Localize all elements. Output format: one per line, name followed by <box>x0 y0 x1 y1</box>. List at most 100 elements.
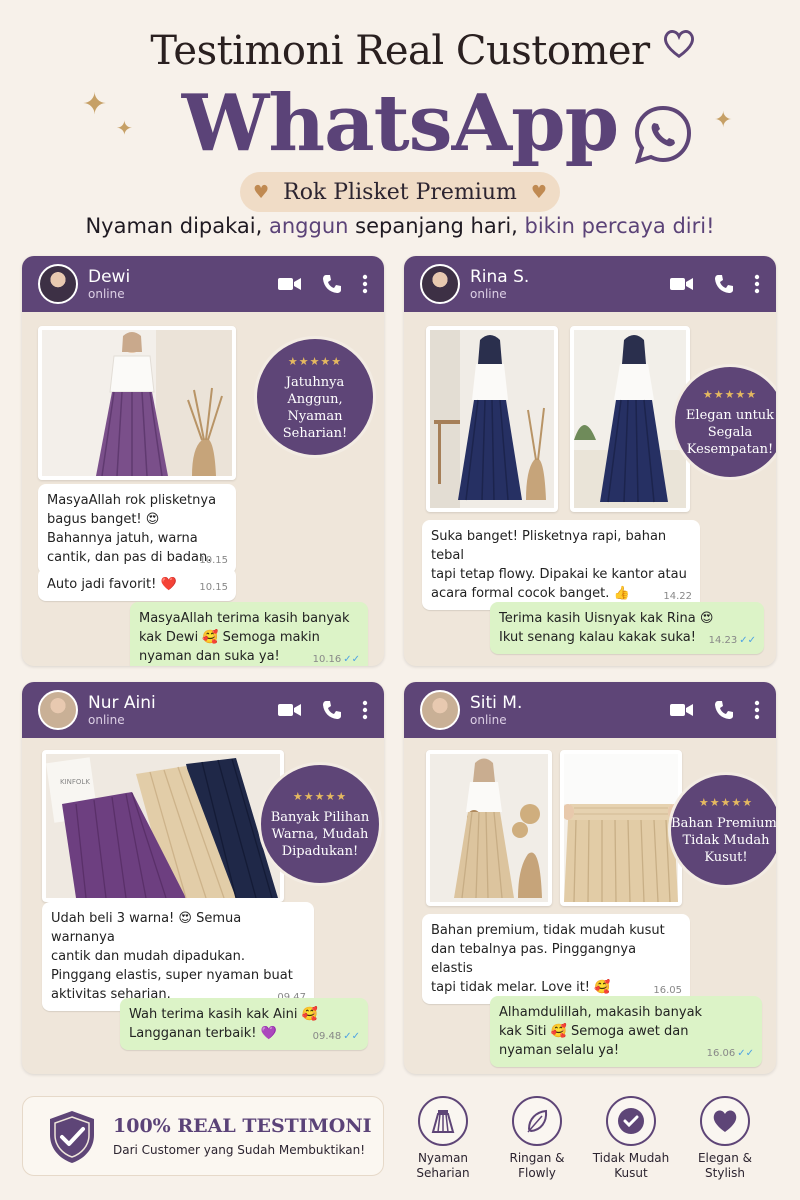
message-text: Pinggang elastis, super nyaman buat <box>51 968 293 983</box>
message-text: tapi tidak melar. Love it! 🥰 <box>431 980 611 995</box>
header: Testimoni Real Customer WhatsApp ✦ ✦ ✦ ♥… <box>0 0 800 250</box>
message-text: Wah terima kasih kak Aini 🥰 <box>129 1007 318 1022</box>
whatsapp-icon <box>634 105 692 165</box>
message-text: Suka banget! Plisketnya rapi, bahan teba… <box>431 529 667 563</box>
phone-icon[interactable] <box>322 274 342 294</box>
message-text: bagus banget! 😍 <box>47 512 160 527</box>
feature-tidak-kusut: Tidak Mudah Kusut <box>588 1096 674 1181</box>
message-text: Bahannya jatuh, warna <box>47 531 198 546</box>
phone-icon[interactable] <box>322 700 342 720</box>
feature-label: Nyaman <box>417 1151 469 1165</box>
message-time-value: 16.06 <box>706 1048 736 1059</box>
badge-line: Dipadukan! <box>281 844 359 859</box>
badge-line: Kesempatan! <box>686 442 774 457</box>
check-icon <box>606 1096 656 1146</box>
read-ticks-icon: ✓✓ <box>343 1031 360 1042</box>
star-rating: ★★★★★ <box>698 796 754 809</box>
badge-line: Anggun, <box>287 391 343 407</box>
video-call-icon[interactable] <box>670 702 694 718</box>
phone-icon[interactable] <box>714 274 734 294</box>
star-rating: ★★★★★ <box>292 790 348 803</box>
feature-label: Ringan & <box>509 1151 565 1165</box>
menu-dots-icon[interactable] <box>754 274 760 294</box>
photo-illustration <box>564 754 678 902</box>
footer-title: 100% REAL TESTIMONI <box>113 1115 372 1137</box>
photo-illustration <box>574 330 686 503</box>
message-in: MasyaAllah rok plisketnya bagus banget! … <box>38 484 236 574</box>
star-rating: ★★★★★ <box>287 354 343 368</box>
message-text: cantik dan mudah dipadukan. <box>51 949 246 964</box>
badge-line: Segala <box>707 425 753 440</box>
rating-badge: ★★★★★ Banyak Pilihan Warna, Mudah Dipadu… <box>258 762 382 886</box>
message-in: Suka banget! Plisketnya rapi, bahan teba… <box>422 520 700 610</box>
photo-illustration <box>430 330 546 508</box>
product-photo[interactable] <box>426 326 558 512</box>
video-call-icon[interactable] <box>278 702 302 718</box>
menu-dots-icon[interactable] <box>362 700 368 720</box>
avatar[interactable] <box>38 264 78 304</box>
product-pill: ♥ Rok Plisket Premium ♥ <box>240 172 560 212</box>
contact-status: online <box>470 286 507 301</box>
phone-icon[interactable] <box>714 700 734 720</box>
message-text: acara formal cocok banget. 👍 <box>431 586 630 601</box>
avatar[interactable] <box>420 690 460 730</box>
photo-illustration <box>454 758 542 899</box>
contact-name: Rina S. <box>470 266 530 287</box>
badge-line: Kusut! <box>704 850 748 865</box>
message-text: MasyaAllah rok plisketnya <box>47 493 217 508</box>
star-rating: ★★★★★ <box>702 388 758 401</box>
message-time: 16.06 ✓✓ <box>707 1044 754 1063</box>
product-photo[interactable] <box>560 750 682 906</box>
tagline-accent: anggun <box>268 214 349 238</box>
feather-icon <box>512 1096 562 1146</box>
read-ticks-icon: ✓✓ <box>343 654 360 665</box>
message-time: 09.48 ✓✓ <box>313 1027 360 1046</box>
menu-dots-icon[interactable] <box>754 700 760 720</box>
contact-status: online <box>88 712 125 727</box>
product-photo[interactable] <box>426 750 552 906</box>
message-in: Bahan premium, tidak mudah kusut dan teb… <box>422 914 690 1004</box>
chat-header: Nur Aini online <box>22 682 384 738</box>
message-out: Alhamdulillah, makasih banyak kak Siti 🥰… <box>490 996 762 1067</box>
message-time-value: 10.16 <box>312 654 342 665</box>
message-time-value: 14.23 <box>708 635 738 646</box>
heart-icon <box>700 1096 750 1146</box>
message-text: Bahan premium, tidak mudah kusut <box>431 923 665 938</box>
message-time: 14.23 ✓✓ <box>709 631 756 650</box>
message-in: Udah beli 3 warna! 😍 Semua warnanya cant… <box>42 902 314 1011</box>
video-call-icon[interactable] <box>278 276 302 292</box>
shield-check-icon <box>50 1111 94 1163</box>
badge-line: Banyak Pilihan <box>270 810 370 825</box>
product-photo[interactable]: KINFOLK <box>42 750 284 902</box>
menu-dots-icon[interactable] <box>362 274 368 294</box>
message-out: Wah terima kasih kak Aini 🥰 Langganan te… <box>120 998 368 1050</box>
video-call-icon[interactable] <box>670 276 694 292</box>
read-ticks-icon: ✓✓ <box>739 635 756 646</box>
avatar[interactable] <box>420 264 460 304</box>
heart-icon: ♥ <box>252 181 270 203</box>
contact-name: Dewi <box>88 266 131 287</box>
real-testimoni-box: 100% REAL TESTIMONI Dari Customer yang S… <box>22 1096 384 1176</box>
message-text: tapi tetap flowy. Dipakai ke kantor atau <box>431 567 687 582</box>
message-text: Udah beli 3 warna! 😍 Semua warnanya <box>51 911 242 945</box>
product-photo[interactable] <box>38 326 236 480</box>
message-text: Alhamdulillah, makasih banyak <box>499 1005 703 1020</box>
sparkle-icon: ✦ <box>82 87 108 122</box>
feature-nyaman: Nyaman Seharian <box>400 1096 486 1181</box>
magazine-label: KINFOLK <box>60 778 90 786</box>
tagline: Nyaman dipakai, anggun sepanjang hari, b… <box>0 214 800 238</box>
chat-header: Dewi online <box>22 256 384 312</box>
feature-label: Seharian <box>416 1166 470 1180</box>
message-out: Terima kasih Uisnyak kak Rina 😍 Ikut sen… <box>490 602 764 654</box>
avatar[interactable] <box>38 690 78 730</box>
message-time: 10.16 ✓✓ <box>313 650 360 666</box>
message-text: Terima kasih Uisnyak kak Rina 😍 <box>499 611 714 626</box>
chat-card-siti: Siti M. online ★★★★★ Bahan Premium, Tida… <box>404 682 776 1074</box>
heart-icon <box>664 30 694 59</box>
chat-card-dewi: Dewi online ★★★★★ Jatuhnya Anggun, Nyama… <box>22 256 384 666</box>
photo-illustration <box>96 332 223 476</box>
badge-line: Elegan untuk <box>685 408 775 423</box>
message-in: Auto jadi favorit! ❤️ 10.15 <box>38 568 236 601</box>
badge-line: Bahan Premium, <box>671 816 776 831</box>
message-text: MasyaAllah terima kasih banyak <box>139 611 350 626</box>
